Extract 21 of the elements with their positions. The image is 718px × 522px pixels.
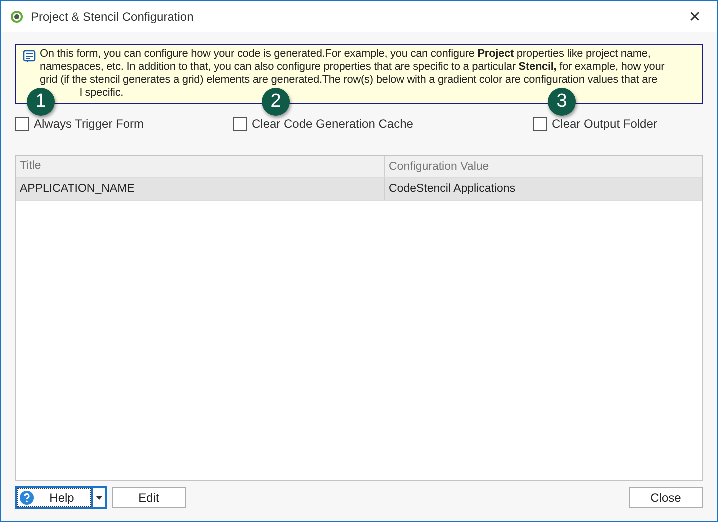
close-button[interactable]: ✕ [673,1,717,32]
dropdown-button[interactable] [91,488,105,507]
column-header[interactable]: Configuration Value [385,160,490,172]
callout-badge: 2 [262,88,290,116]
option-checkbox[interactable]: Always Trigger Form [15,117,233,131]
edit-button[interactable]: Edit [112,487,186,508]
option-checkbox[interactable]: Clear Output Folder [533,117,658,131]
info-text: l specific. [80,87,124,100]
option-checkbox[interactable]: Clear Code Generation Cache [233,117,533,131]
table-row[interactable]: APPLICATION_NAME CodeStencil Applications [16,178,702,201]
callout-badge: 1 [27,88,55,116]
table-cell-text: CodeStencil Applications [388,182,516,197]
caret-icon [96,496,102,500]
help-icon [20,490,34,504]
column-header[interactable]: Title [16,156,385,177]
note-icon [23,50,36,63]
window-title: Project & Stencil Configuration [31,10,195,24]
callout-badge: 3 [548,88,576,116]
help-button[interactable]: Help [17,488,91,507]
table-cell: APPLICATION_NAME [16,178,385,200]
close-dialog-button[interactable]: Close [629,487,703,508]
